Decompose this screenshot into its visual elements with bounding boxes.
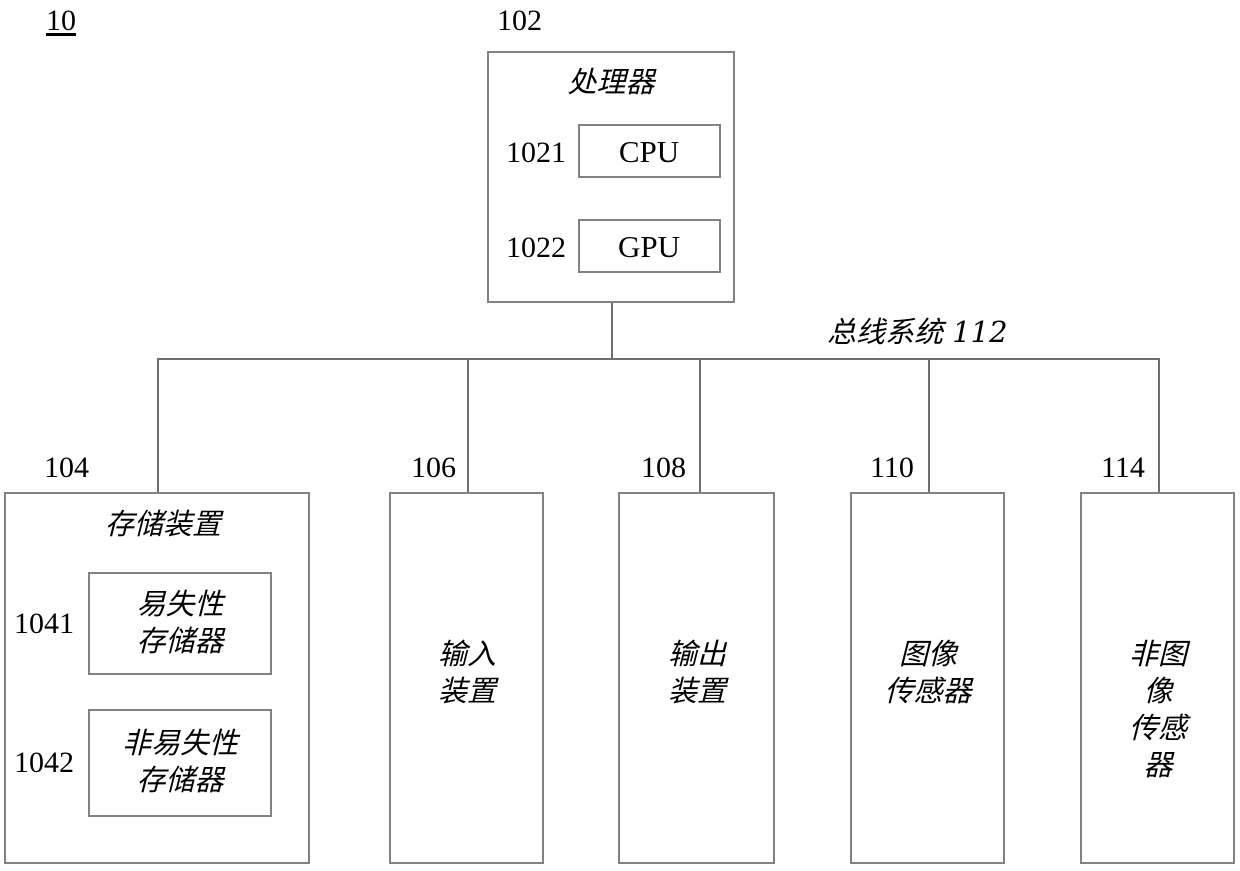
bus-line [157,358,1158,360]
bus-drop-storage [157,358,159,492]
processor-reference-numeral: 102 [497,4,542,37]
volatile-memory-reference-numeral: 1041 [14,607,74,640]
storage-title: 存储装置 [104,507,222,541]
non-image-sensor-label: 非图像 传感器 [1128,637,1187,783]
volatile-memory-label: 易失性 存储器 [136,587,224,659]
processor-title: 处理器 [567,65,655,99]
output-device-reference-numeral: 108 [641,451,686,484]
input-device-reference-numeral: 106 [411,451,456,484]
non-volatile-memory-label: 非易失性 存储器 [121,726,239,798]
processor-bus-connector [611,303,613,358]
bus-label: 总线系统 112 [827,315,1008,349]
patent-figure-canvas: 10 102 处理器 1021 CPU 1022 GPU 总线系统 112 10… [0,0,1240,871]
gpu-label: GPU [617,229,681,264]
non-volatile-memory-reference-numeral: 1042 [14,746,74,779]
input-device-label: 输入 装置 [437,637,497,709]
output-device-label: 输出 装置 [667,637,727,709]
gpu-reference-numeral: 1022 [506,231,566,264]
bus-drop-non-image-sensor [1158,358,1160,492]
bus-drop-input [467,358,469,492]
cpu-reference-numeral: 1021 [506,136,566,169]
cpu-label: CPU [618,134,680,169]
image-sensor-reference-numeral: 110 [870,451,914,484]
figure-reference-numeral: 10 [46,4,76,37]
storage-reference-numeral: 104 [44,451,89,484]
non-image-sensor-reference-numeral: 114 [1101,451,1145,484]
bus-drop-image-sensor [928,358,930,492]
bus-drop-output [699,358,701,492]
image-sensor-label: 图像 传感器 [884,637,972,709]
